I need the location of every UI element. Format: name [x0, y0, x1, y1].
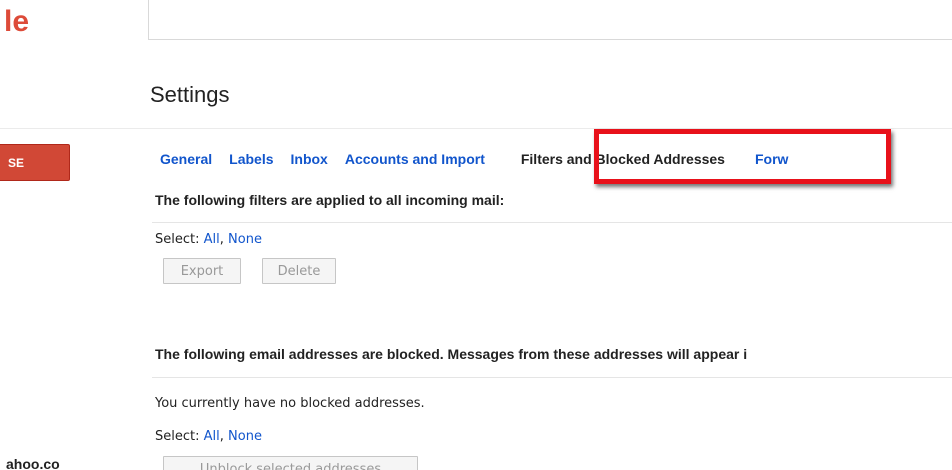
tab-labels[interactable]: Labels: [229, 151, 273, 167]
gmail-logo[interactable]: le: [4, 4, 29, 40]
select-none-blocked-link[interactable]: None: [228, 429, 262, 444]
blocked-heading: The following email addresses are blocke…: [155, 346, 748, 362]
select-all-blocked-link[interactable]: All: [204, 429, 220, 444]
tab-general[interactable]: General: [160, 151, 212, 167]
compose-button[interactable]: SE: [0, 144, 70, 181]
select-separator: ,: [219, 232, 224, 247]
filters-heading: The following filters are applied to all…: [155, 192, 505, 208]
account-email-fragment[interactable]: ahoo.co: [6, 456, 60, 470]
filters-divider: [152, 222, 952, 223]
select-all-filters-link[interactable]: All: [204, 232, 220, 247]
select-prefix: Select:: [155, 232, 200, 247]
select-none-filters-link[interactable]: None: [228, 232, 262, 247]
tab-inbox[interactable]: Inbox: [291, 151, 328, 167]
gmail-settings-page: le Settings SE ahoo.co General Labels In…: [0, 0, 952, 470]
blocked-divider: [152, 377, 952, 378]
tab-accounts-and-import[interactable]: Accounts and Import: [345, 151, 485, 167]
select-prefix: Select:: [155, 429, 200, 444]
select-separator: ,: [219, 429, 224, 444]
search-input[interactable]: [148, 0, 952, 40]
blocked-select-line: Select: All, None: [155, 429, 262, 444]
page-title: Settings: [150, 82, 230, 107]
unblock-selected-button[interactable]: Unblock selected addresses: [163, 456, 418, 470]
no-blocked-message: You currently have no blocked addresses.: [155, 396, 425, 411]
compose-button-label: SE: [8, 155, 25, 170]
highlight-annotation-box: [594, 129, 891, 184]
delete-button[interactable]: Delete: [262, 258, 336, 284]
filters-select-line: Select: All, None: [155, 232, 262, 247]
export-button[interactable]: Export: [163, 258, 241, 284]
